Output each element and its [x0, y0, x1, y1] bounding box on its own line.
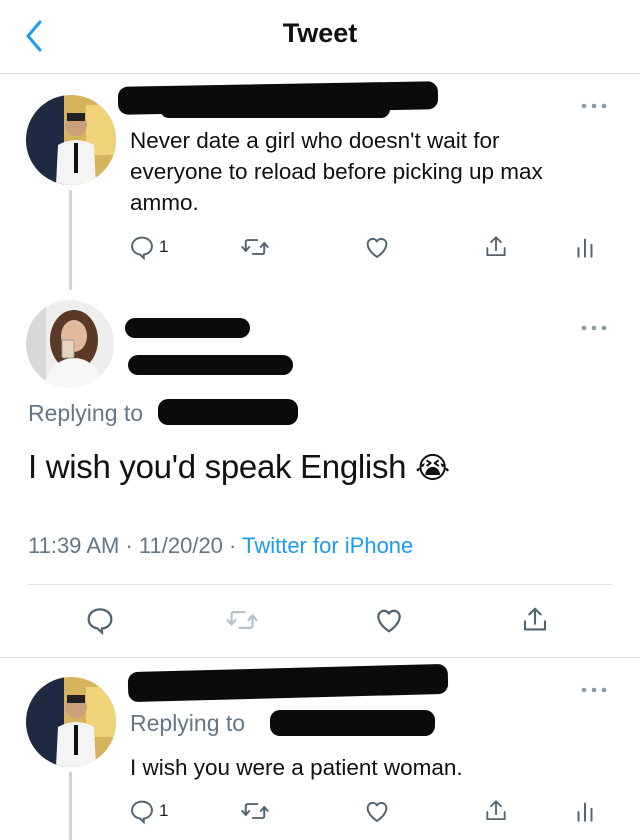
retweet-button[interactable] [240, 230, 270, 264]
more-icon [581, 103, 607, 109]
reply-icon [87, 608, 113, 636]
more-button[interactable] [576, 96, 612, 116]
redacted-handle [160, 100, 390, 118]
retweet-icon [226, 611, 258, 629]
like-icon [366, 801, 388, 822]
analytics-icon [577, 802, 593, 822]
reply-icon [131, 236, 153, 261]
reply-icon [131, 800, 153, 825]
main-tweet-body: I wish you'd speak English [28, 448, 407, 485]
tweet-text-line: everyone to reload before picking up max [130, 159, 543, 184]
retweet-icon [241, 239, 269, 255]
share-icon [486, 800, 506, 821]
top-bar: Tweet [0, 0, 640, 74]
replying-label: Replying to [130, 710, 246, 736]
meta-separator: · [229, 533, 237, 558]
redacted-author [125, 318, 250, 338]
like-button[interactable] [363, 794, 391, 828]
avatar-image [26, 677, 116, 767]
more-button[interactable] [576, 318, 612, 338]
more-button[interactable] [576, 680, 612, 700]
share-button[interactable] [520, 603, 550, 637]
tweet-text-line: Never date a girl who doesn't wait for [130, 128, 500, 153]
redacted-mention [270, 710, 435, 736]
tweet-time: 11:39 AM [28, 533, 120, 558]
avatar[interactable] [26, 300, 114, 388]
analytics-button[interactable] [572, 230, 598, 264]
tweet-text-line: ammo. [130, 190, 199, 215]
retweet-icon [241, 803, 269, 819]
thread-line [69, 190, 72, 290]
page-title: Tweet [282, 18, 358, 48]
more-icon [581, 325, 607, 331]
main-tweet-text: I wish you'd speak English 😭 [28, 448, 450, 486]
analytics-icon [577, 238, 593, 258]
crying-emoji-icon: 😭 [415, 451, 450, 486]
tweet-text-line: I wish you were a patient woman. [130, 755, 463, 780]
avatar-image [26, 300, 114, 388]
tweet-text: Never date a girl who doesn't wait for e… [130, 125, 543, 218]
replying-to: Replying to [28, 400, 143, 427]
reply-count: 1 [159, 237, 169, 256]
reply-button[interactable]: 1 [128, 230, 168, 264]
meta-separator: · [125, 533, 133, 558]
share-icon [486, 236, 506, 257]
tweet-source-link[interactable]: Twitter for iPhone [242, 533, 413, 558]
like-icon [366, 237, 388, 258]
avatar[interactable] [26, 95, 116, 185]
replying-label: Replying to [28, 400, 144, 426]
redacted-author [127, 663, 449, 703]
reply-count: 1 [159, 801, 169, 820]
retweet-button[interactable] [225, 603, 259, 637]
tweet-meta: 11:39 AM · 11/20/20 · Twitter for iPhone [28, 533, 413, 559]
redacted-handle [128, 355, 293, 375]
divider [0, 657, 640, 658]
like-button[interactable] [373, 603, 405, 637]
share-button[interactable] [483, 794, 509, 828]
like-icon [377, 609, 401, 633]
like-button[interactable] [363, 230, 391, 264]
thread-line [69, 772, 72, 840]
reply-button[interactable]: 1 [128, 794, 168, 828]
reply-button[interactable] [84, 603, 116, 637]
avatar[interactable] [26, 677, 116, 767]
divider [28, 584, 612, 585]
tweet-text: I wish you were a patient woman. [130, 752, 463, 783]
share-icon [523, 607, 547, 631]
more-icon [581, 687, 607, 693]
replying-to: Replying to [130, 710, 245, 737]
retweet-button[interactable] [240, 794, 270, 828]
avatar-image [26, 95, 116, 185]
redacted-mention [158, 399, 298, 425]
tweet-date: 11/20/20 [138, 533, 223, 558]
analytics-button[interactable] [572, 794, 598, 828]
share-button[interactable] [483, 230, 509, 264]
